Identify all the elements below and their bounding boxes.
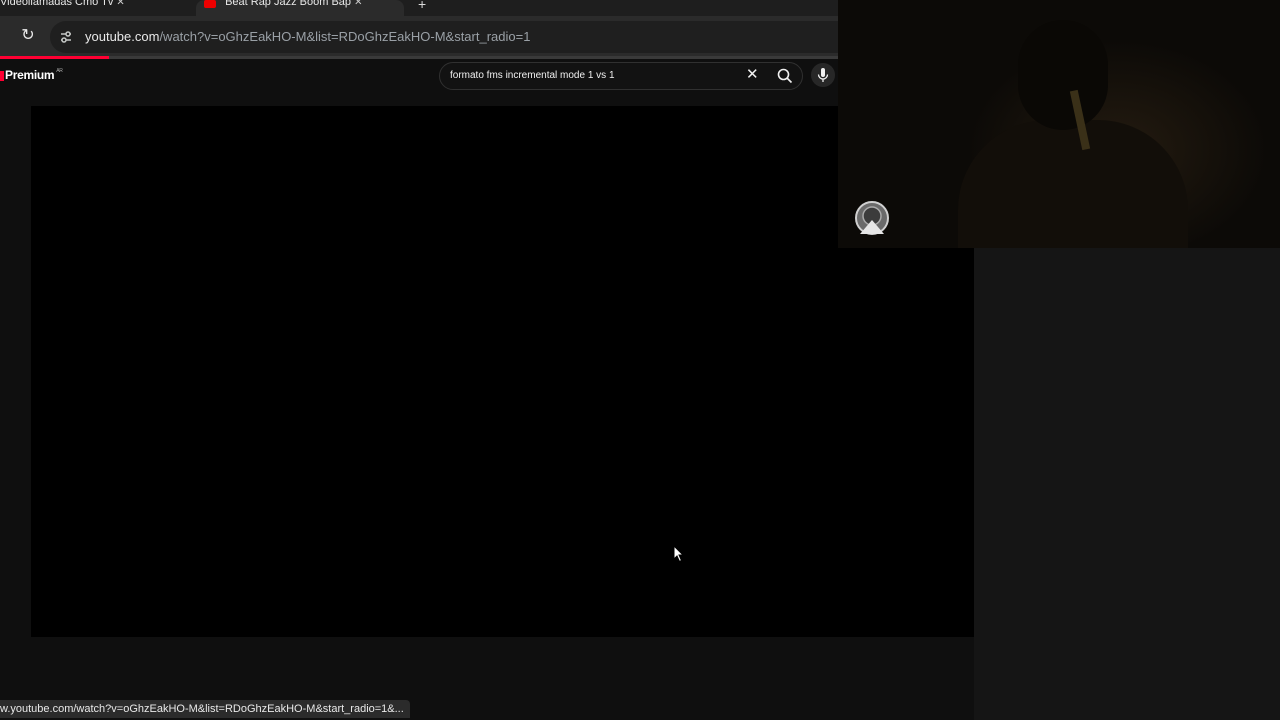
webcam-person-body [958, 120, 1188, 248]
logo-text: Premium [5, 68, 55, 82]
browser-toolbar: ↻ youtube.com/watch?v=oGhzEakHO-M&list=R… [0, 16, 838, 56]
clear-search-icon[interactable]: ✕ [746, 67, 759, 83]
youtube-premium-logo[interactable]: Premium AR [0, 68, 63, 82]
link-status-bubble: w.youtube.com/watch?v=oGhzEakHO-M&list=R… [0, 700, 410, 718]
url-text[interactable]: youtube.com/watch?v=oGhzEakHO-M&list=RDo… [85, 29, 530, 44]
webcam-person-head [1018, 20, 1108, 130]
site-info-icon[interactable] [58, 29, 74, 45]
tab-close-icon[interactable]: ✕ [116, 0, 124, 8]
search-input[interactable]: formato fms incremental mode 1 vs 1 [450, 70, 615, 81]
overlay-app-icon[interactable] [854, 200, 890, 236]
youtube-header: Premium AR formato fms incremental mode 1… [0, 59, 838, 105]
side-panel [974, 248, 1280, 720]
logo-region: AR [56, 68, 63, 74]
new-tab-button[interactable]: + [418, 0, 426, 12]
url-host: youtube.com [85, 29, 160, 44]
url-path: /watch?v=oGhzEakHO-M&list=RDoGhzEakHO-M&… [159, 29, 531, 44]
video-player[interactable] [31, 106, 974, 637]
youtube-favicon-icon [204, 0, 216, 8]
webcam-overlay [838, 0, 1280, 248]
tab-beat-rap[interactable]: Beat Rap Jazz Boom Bap ✕ [196, 0, 404, 16]
mouse-cursor-icon [673, 545, 685, 563]
youtube-logo-icon [0, 70, 4, 81]
tab-title: Beat Rap Jazz Boom Bap [225, 0, 352, 8]
address-bar[interactable]: youtube.com/watch?v=oGhzEakHO-M&list=RDo… [50, 21, 838, 53]
search-box[interactable]: formato fms incremental mode 1 vs 1 ✕ [439, 62, 803, 90]
reload-icon[interactable]: ↻ [18, 26, 38, 46]
search-icon[interactable] [776, 67, 794, 85]
tab-videollamadas[interactable]: Videollamadas Cmo Tv ✕ [0, 0, 195, 16]
tab-close-icon[interactable]: ✕ [354, 0, 362, 8]
tab-strip: Videollamadas Cmo Tv ✕ Beat Rap Jazz Boo… [0, 0, 838, 16]
tab-title: Videollamadas Cmo Tv [0, 0, 114, 8]
microphone-icon[interactable] [811, 63, 835, 87]
